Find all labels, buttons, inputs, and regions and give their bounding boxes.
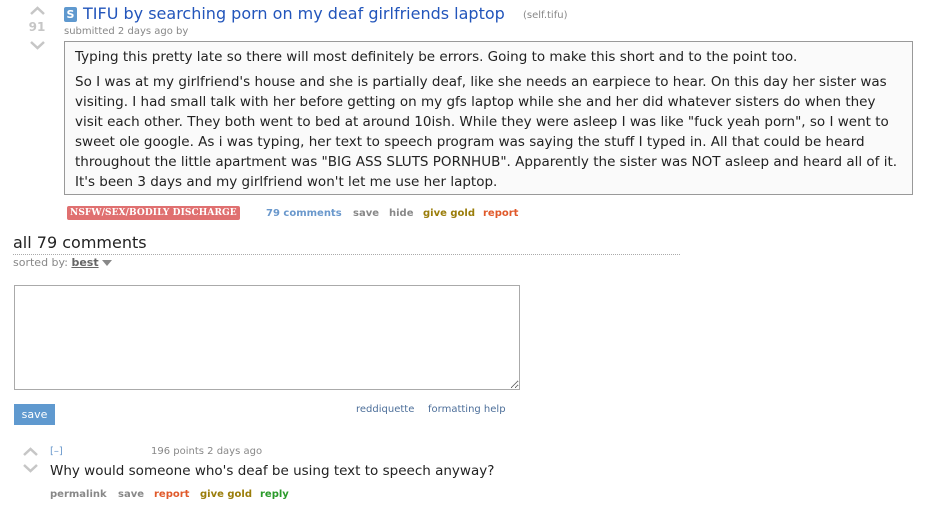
sort-control[interactable]: sorted by: best	[13, 256, 112, 269]
post-hide-button[interactable]: hide	[389, 208, 414, 219]
post-give-gold-button[interactable]: give gold	[423, 208, 475, 219]
formatting-help-link[interactable]: formatting help	[428, 404, 506, 415]
comment-give-gold-link[interactable]: give gold	[200, 489, 252, 500]
post-save-button[interactable]: save	[353, 208, 379, 219]
comment-permalink[interactable]: permalink	[50, 489, 107, 500]
nsfw-flair: NSFW/SEX/BODILY DISCHARGE	[67, 206, 240, 220]
sort-value[interactable]: best	[71, 256, 98, 269]
post-selftext: Typing this pretty late so there will mo…	[64, 41, 913, 195]
comment-reply-link[interactable]: reply	[260, 489, 289, 500]
reddiquette-link[interactable]: reddiquette	[356, 404, 414, 415]
post-score: 91	[28, 20, 46, 34]
selftext-paragraph-1: Typing this pretty late so there will mo…	[75, 49, 798, 65]
comment-report-link[interactable]: report	[154, 489, 189, 500]
selftext-paragraph-2: So I was at my girlfriend's house and sh…	[75, 74, 898, 190]
dropdown-caret-icon[interactable]	[101, 260, 112, 266]
comment-collapse-toggle[interactable]: [–]	[50, 446, 63, 457]
comment-save-link[interactable]: save	[118, 489, 144, 500]
comment-downvote-icon[interactable]	[23, 464, 38, 473]
post-report-button[interactable]: report	[483, 208, 518, 219]
comment-save-button[interactable]: save	[14, 404, 55, 425]
post-tagline: submitted 2 days ago by	[64, 26, 189, 37]
comments-divider	[13, 254, 680, 255]
comment-body: Why would someone who's deaf be using te…	[50, 463, 495, 479]
comment-meta: 196 points 2 days ago	[151, 446, 263, 457]
comments-link[interactable]: 79 comments	[266, 208, 342, 219]
self-post-icon: S	[64, 7, 77, 22]
comments-heading: all 79 comments	[13, 233, 147, 252]
post-domain[interactable]: (self.tifu)	[523, 10, 567, 21]
post-upvote-icon[interactable]	[30, 6, 45, 15]
post-title[interactable]: TIFU by searching porn on my deaf girlfr…	[83, 4, 505, 23]
sorted-by-label: sorted by:	[13, 256, 68, 269]
post-downvote-icon[interactable]	[30, 41, 45, 50]
comment-upvote-icon[interactable]	[23, 447, 38, 456]
comment-textarea[interactable]	[14, 285, 520, 390]
